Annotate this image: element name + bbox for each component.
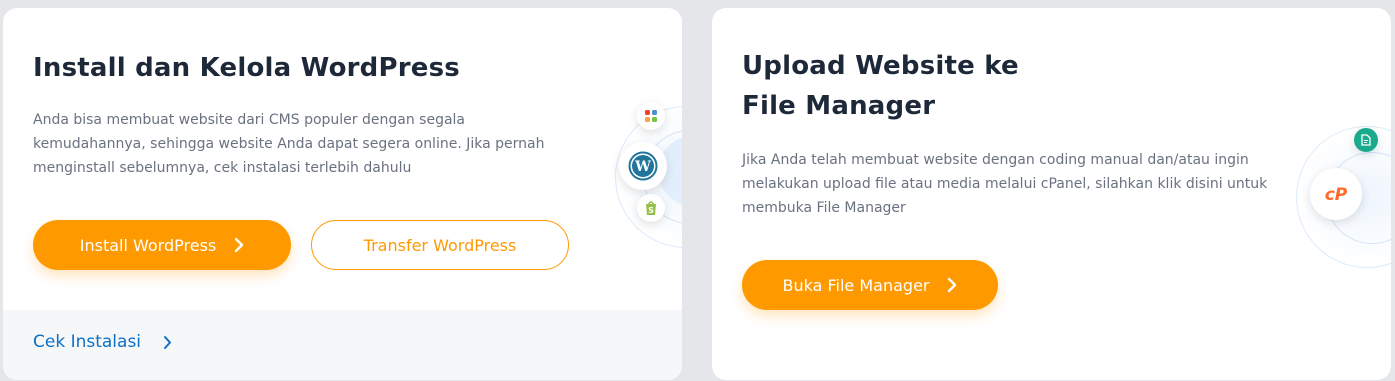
hosting-actions-panel: Install dan Kelola WordPress Anda bisa m… xyxy=(0,0,1395,381)
svg-text:S: S xyxy=(648,206,654,215)
description-line: Anda bisa membuat website dari CMS popul… xyxy=(33,112,465,128)
description-line: melakukan upload file atau media melalui… xyxy=(742,176,1268,192)
file-manager-card-description: Jika Anda telah membuat website dengan c… xyxy=(742,148,1267,220)
open-file-manager-button[interactable]: Buka File Manager xyxy=(742,260,998,310)
chevron-right-icon xyxy=(947,277,957,293)
description-line: kemudahannya, sehingga website Anda dapa… xyxy=(33,136,545,152)
cpanel-icon: cP xyxy=(1310,168,1362,220)
file-manager-card-title: Upload Website ke File Manager xyxy=(742,46,1019,126)
shopify-icon: S xyxy=(637,194,665,222)
svg-text:W: W xyxy=(634,159,651,175)
joomla-icon xyxy=(637,102,665,130)
description-line: membuka File Manager xyxy=(742,200,906,216)
file-manager-card: Upload Website ke File Manager Jika Anda… xyxy=(712,8,1391,380)
check-installation-link[interactable]: Cek Instalasi xyxy=(33,332,172,352)
file-icon xyxy=(1354,128,1378,152)
check-installation-label: Cek Instalasi xyxy=(33,332,142,352)
svg-text:cP: cP xyxy=(1325,185,1348,205)
description-line: menginstall sebelumnya, cek instalasi te… xyxy=(33,160,412,176)
install-wordpress-label: Install WordPress xyxy=(79,235,217,255)
description-line: Jika Anda telah membuat website dengan c… xyxy=(742,152,1249,168)
title-line: File Manager xyxy=(742,91,936,121)
transfer-wordpress-button[interactable]: Transfer WordPress xyxy=(311,220,569,270)
wordpress-card-description: Anda bisa membuat website dari CMS popul… xyxy=(33,108,544,180)
wordpress-icon: W xyxy=(619,142,667,190)
title-line: Upload Website ke xyxy=(742,51,1019,81)
chevron-right-icon xyxy=(163,335,172,350)
wordpress-card-footer: Cek Instalasi xyxy=(3,310,682,380)
transfer-wordpress-label: Transfer WordPress xyxy=(363,235,517,255)
wordpress-card-title: Install dan Kelola WordPress xyxy=(33,53,460,83)
install-wordpress-button[interactable]: Install WordPress xyxy=(33,220,291,270)
wordpress-card: Install dan Kelola WordPress Anda bisa m… xyxy=(3,8,682,380)
open-file-manager-label: Buka File Manager xyxy=(782,275,930,295)
chevron-right-icon xyxy=(234,237,244,253)
